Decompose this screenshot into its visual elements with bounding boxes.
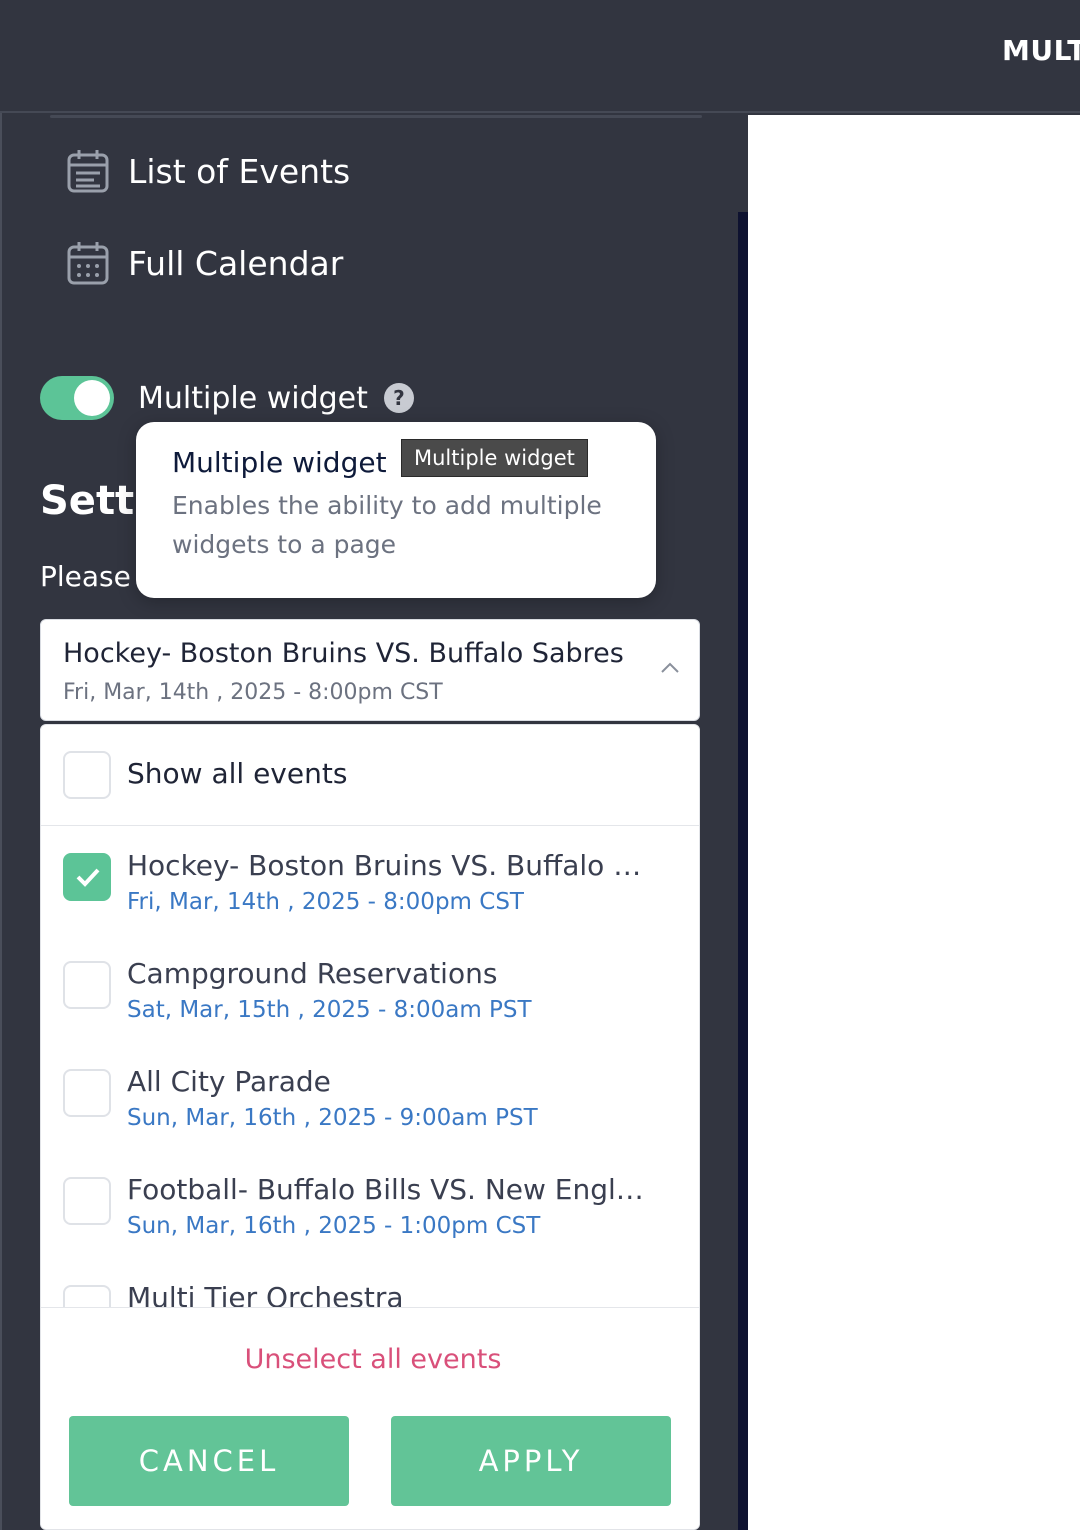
list-item[interactable]: Multi Tier Orchestra: [41, 1259, 699, 1307]
event-checkbox[interactable]: [63, 1069, 111, 1117]
event-name: All City Parade: [127, 1065, 331, 1098]
event-checkbox[interactable]: [63, 961, 111, 1009]
selected-event-date: Fri, Mar, 14th , 2025 - 8:00pm CST: [63, 680, 443, 705]
list-item[interactable]: Hockey- Boston Bruins VS. Buffalo S... F…: [41, 827, 699, 935]
top-bar: MULT: [0, 0, 1080, 113]
event-checkbox[interactable]: [63, 853, 111, 901]
event-dropdown: Show all events Hockey- Boston Bruins VS…: [40, 724, 700, 1530]
event-name: Campground Reservations: [127, 957, 498, 990]
list-item[interactable]: Campground Reservations Sat, Mar, 15th ,…: [41, 935, 699, 1043]
unselect-all-link[interactable]: Unselect all events: [41, 1344, 699, 1375]
event-name: Football- Buffalo Bills VS. New Engla...: [127, 1173, 657, 1206]
event-date: Sun, Mar, 16th , 2025 - 1:00pm CST: [127, 1213, 541, 1239]
apply-button[interactable]: APPLY: [391, 1416, 671, 1506]
dropdown-footer: Unselect all events CANCEL APPLY: [41, 1307, 699, 1529]
preview-panel: [748, 115, 1080, 1530]
event-list[interactable]: Hockey- Boston Bruins VS. Buffalo S... F…: [41, 827, 699, 1307]
settings-heading: Setti: [40, 478, 148, 524]
popover-description: Enables the ability to add multiple widg…: [172, 491, 602, 559]
instruction-text: Please: [40, 560, 131, 593]
event-date: Sun, Mar, 16th , 2025 - 9:00am PST: [127, 1105, 538, 1131]
multiple-widget-toggle-row: Multiple widget ?: [40, 376, 414, 420]
popover-tooltip-tag: Multiple widget: [401, 439, 588, 477]
toggle-knob: [74, 380, 110, 416]
event-date: Sat, Mar, 15th , 2025 - 8:00am PST: [127, 997, 532, 1023]
event-checkbox[interactable]: [63, 1285, 111, 1307]
toggle-label: Multiple widget: [138, 380, 368, 416]
calendar-list-icon: [66, 147, 110, 195]
list-item[interactable]: All City Parade Sun, Mar, 16th , 2025 - …: [41, 1043, 699, 1151]
multiple-widget-toggle[interactable]: [40, 376, 114, 420]
show-all-checkbox[interactable]: [63, 751, 111, 799]
question-icon[interactable]: ?: [383, 383, 414, 413]
event-select-field[interactable]: Hockey- Boston Bruins VS. Buffalo Sabres…: [40, 619, 700, 721]
sidebar-item-list-of-events[interactable]: List of Events: [66, 147, 350, 195]
sidebar-item-label: Full Calendar: [128, 243, 344, 283]
chevron-up-icon[interactable]: [659, 660, 681, 674]
show-all-label: Show all events: [127, 757, 348, 790]
cancel-button[interactable]: CANCEL: [69, 1416, 349, 1506]
selected-event-title: Hockey- Boston Bruins VS. Buffalo Sabres: [63, 638, 624, 669]
help-popover: Multiple widget Multiple widget Enables …: [136, 422, 656, 598]
event-date: Fri, Mar, 14th , 2025 - 8:00pm CST: [127, 889, 524, 915]
preview-edge-strip: [738, 212, 748, 1530]
list-item[interactable]: Football- Buffalo Bills VS. New Engla...…: [41, 1151, 699, 1259]
event-name: Multi Tier Orchestra: [127, 1281, 404, 1307]
app-title: MULT: [1002, 34, 1080, 67]
sidebar-item-full-calendar[interactable]: Full Calendar: [66, 239, 343, 287]
event-name: Hockey- Boston Bruins VS. Buffalo S...: [127, 849, 657, 882]
popover-title: Multiple widget: [172, 446, 387, 479]
sidebar-item-label: List of Events: [128, 151, 351, 191]
calendar-grid-icon: [66, 239, 110, 287]
event-checkbox[interactable]: [63, 1177, 111, 1225]
show-all-events-option[interactable]: Show all events: [41, 725, 699, 826]
sidebar-divider: [50, 115, 702, 118]
